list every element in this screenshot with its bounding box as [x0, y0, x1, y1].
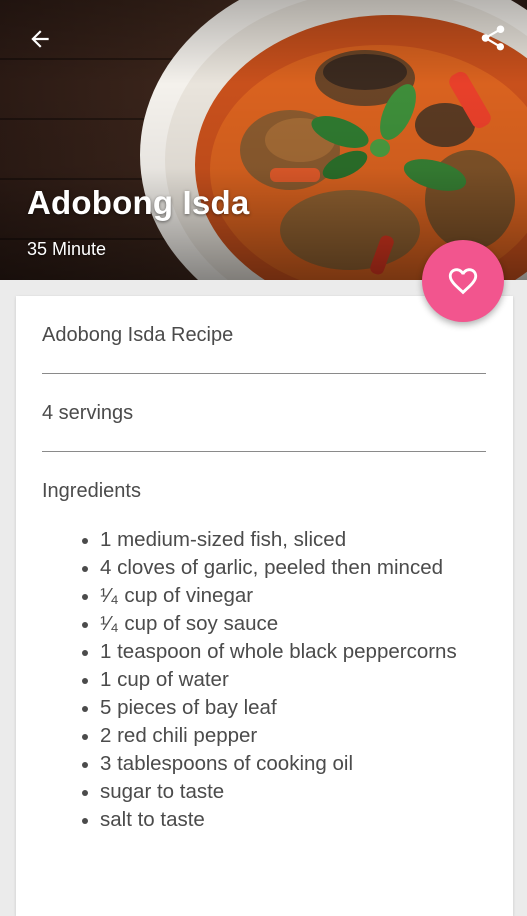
back-button[interactable] [18, 20, 62, 58]
recipe-title: Adobong Isda [27, 184, 250, 221]
ingredient-item: 3 tablespoons of cooking oil [100, 750, 462, 778]
arrow-back-icon [31, 30, 49, 48]
divider [42, 373, 486, 374]
ingredient-item: 5 pieces of bay leaf [100, 694, 462, 722]
hero-image [0, 0, 527, 280]
ingredient-item: 4 cloves of garlic, peeled then minced [100, 554, 462, 582]
heart-outline-icon [448, 268, 478, 295]
share-button[interactable] [473, 18, 513, 58]
ingredients-heading: Ingredients [42, 480, 141, 502]
favorite-button[interactable] [422, 240, 504, 322]
recipe-card: Adobong Isda Recipe 4 servings Ingredien… [16, 296, 513, 916]
ingredient-item: sugar to taste [100, 778, 462, 806]
share-icon [481, 25, 505, 51]
divider [42, 451, 486, 452]
ingredients-list: 1 medium-sized fish, sliced 4 cloves of … [42, 526, 462, 834]
recipe-name: Adobong Isda Recipe [42, 324, 234, 346]
ingredient-item: salt to taste [100, 806, 462, 834]
ingredient-item: 1 teaspoon of whole black peppercorns [100, 638, 462, 666]
ingredient-item: ¹⁄₄ cup of vinegar [100, 582, 462, 610]
ingredient-item: 1 cup of water [100, 666, 462, 694]
servings-text: 4 servings [42, 402, 134, 424]
ingredient-item: 1 medium-sized fish, sliced [100, 526, 462, 554]
recipe-duration: 35 Minute [27, 239, 107, 259]
ingredient-item: ¹⁄₄ cup of soy sauce [100, 610, 462, 638]
ingredient-item: 2 red chili pepper [100, 722, 462, 750]
